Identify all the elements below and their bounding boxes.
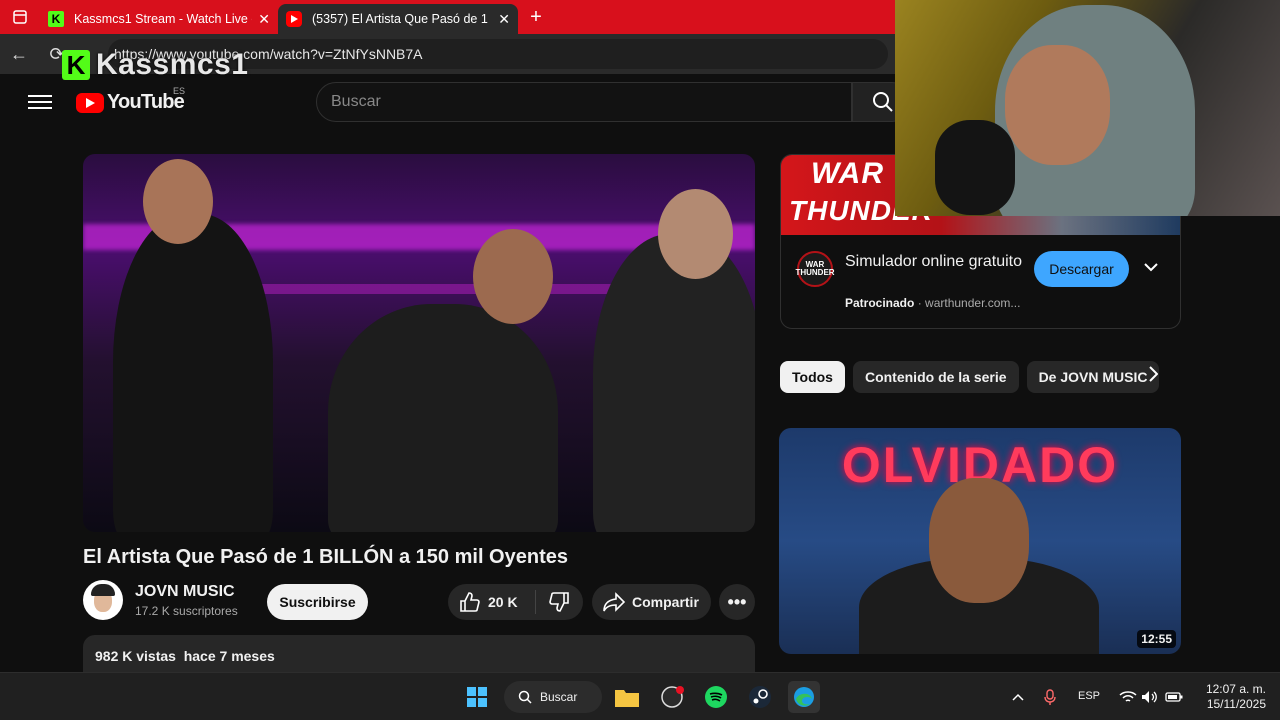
like-dislike-group: 20 K	[448, 584, 583, 620]
dislike-button[interactable]	[536, 591, 583, 613]
view-stats: 982 K vistas hace 7 meses	[95, 648, 275, 664]
stream-overlay-logo: K Kassmcs1	[62, 48, 248, 82]
download-button[interactable]: Descargar	[1034, 251, 1129, 287]
close-icon[interactable]: ✕	[258, 11, 270, 28]
clock-time: 12:07 a. m.	[1205, 682, 1266, 696]
like-count: 20 K	[488, 594, 518, 610]
taskbar-search-label: Buscar	[540, 690, 578, 704]
performer-left-head	[143, 159, 213, 244]
webcam-overlay	[895, 0, 1280, 216]
youtube-logo[interactable]: YouTube	[76, 91, 185, 114]
webcam-person-face	[1005, 45, 1110, 165]
close-icon[interactable]: ✕	[498, 11, 510, 28]
sponsored-label: Patrocinado	[845, 296, 915, 310]
windows-start-icon[interactable]	[461, 681, 493, 713]
microphone	[935, 120, 1015, 215]
channel-avatar[interactable]	[83, 580, 123, 620]
subscriber-count: 17.2 K suscriptores	[135, 604, 238, 618]
microphone-icon[interactable]	[1034, 681, 1066, 713]
tab-title: (5357) El Artista Que Pasó de 1 BILL	[312, 12, 492, 26]
taskbar-search[interactable]: Buscar	[504, 681, 602, 713]
tab-title: Kassmcs1 Stream - Watch Live on	[74, 12, 253, 26]
steam-icon[interactable]	[744, 681, 776, 713]
obs-icon[interactable]	[656, 681, 688, 713]
performer-right-head	[658, 189, 733, 279]
channel-name[interactable]: JOVN MUSIC	[135, 583, 235, 601]
chip-from-channel[interactable]: De JOVN MUSIC	[1026, 361, 1160, 393]
search-icon	[518, 690, 532, 704]
thumbs-down-icon	[548, 592, 569, 612]
chip-all[interactable]: Todos	[780, 361, 845, 393]
video-title: El Artista Que Pasó de 1 BILLÓN a 150 mi…	[83, 546, 568, 568]
performer-left	[113, 214, 273, 532]
battery-icon[interactable]	[1158, 681, 1190, 713]
subscribe-button[interactable]: Suscribirse	[267, 584, 368, 620]
thumbs-up-icon	[460, 592, 480, 612]
search-icon	[873, 92, 893, 112]
recommended-video-thumbnail[interactable]: OLVIDADO 12:55	[779, 428, 1181, 654]
performer-center-head	[473, 229, 553, 324]
performer-right	[593, 234, 755, 532]
chevron-right-icon[interactable]	[1148, 366, 1159, 387]
taskbar: Buscar ESP 12:07 a. m. 15/11/2025	[0, 672, 1280, 720]
kick-icon: K	[48, 11, 64, 27]
performer-center	[328, 304, 558, 532]
chevron-up-icon[interactable]	[1002, 681, 1034, 713]
share-label: Compartir	[632, 594, 699, 610]
chip-series[interactable]: Contenido de la serie	[852, 361, 1019, 393]
tab-actions-icon[interactable]	[0, 0, 40, 34]
youtube-play-icon	[76, 92, 104, 113]
file-explorer-icon[interactable]	[611, 681, 643, 713]
ad-domain: warthunder.com...	[925, 296, 1021, 310]
thumbnail-face	[929, 478, 1029, 603]
new-tab-button[interactable]: +	[518, 6, 554, 29]
clock-date: 15/11/2025	[1206, 697, 1266, 711]
video-player[interactable]	[83, 154, 755, 532]
advertiser-logo[interactable]: WAR THUNDER	[795, 251, 835, 287]
input-language[interactable]: ESP	[1078, 690, 1100, 702]
like-button[interactable]: 20 K	[448, 590, 536, 614]
youtube-icon	[286, 11, 302, 27]
ad-title[interactable]: Simulador online gratuito	[845, 251, 1025, 273]
video-duration: 12:55	[1137, 630, 1176, 648]
share-icon	[603, 592, 626, 612]
search-input[interactable]: Buscar	[316, 82, 852, 122]
tab-youtube-video[interactable]: (5357) El Artista Que Pasó de 1 BILL ✕	[278, 4, 518, 34]
share-button[interactable]: Compartir	[592, 584, 711, 620]
back-icon[interactable]: ←	[0, 44, 38, 65]
ad-sponsor-line: Patrocinado · warthunder.com...	[845, 296, 1021, 310]
tab-kick-stream[interactable]: K Kassmcs1 Stream - Watch Live on ✕	[40, 4, 278, 34]
chevron-down-icon[interactable]	[1144, 259, 1158, 277]
edge-icon[interactable]	[788, 681, 820, 713]
kick-logo-icon: K	[62, 50, 90, 80]
search-placeholder: Buscar	[331, 93, 381, 110]
neon-light	[233, 284, 633, 294]
menu-icon[interactable]	[28, 92, 52, 112]
streamer-name: Kassmcs1	[96, 48, 249, 81]
more-actions-button[interactable]: •••	[719, 584, 755, 620]
description-box[interactable]: 982 K vistas hace 7 meses	[83, 635, 755, 672]
country-code: ES	[173, 86, 186, 96]
system-clock[interactable]: 12:07 a. m. 15/11/2025	[1194, 682, 1266, 712]
ad-banner-text: WAR	[811, 157, 884, 190]
spotify-icon[interactable]	[700, 681, 732, 713]
filter-chips: Todos Contenido de la serie De JOVN MUSI…	[780, 361, 1160, 393]
